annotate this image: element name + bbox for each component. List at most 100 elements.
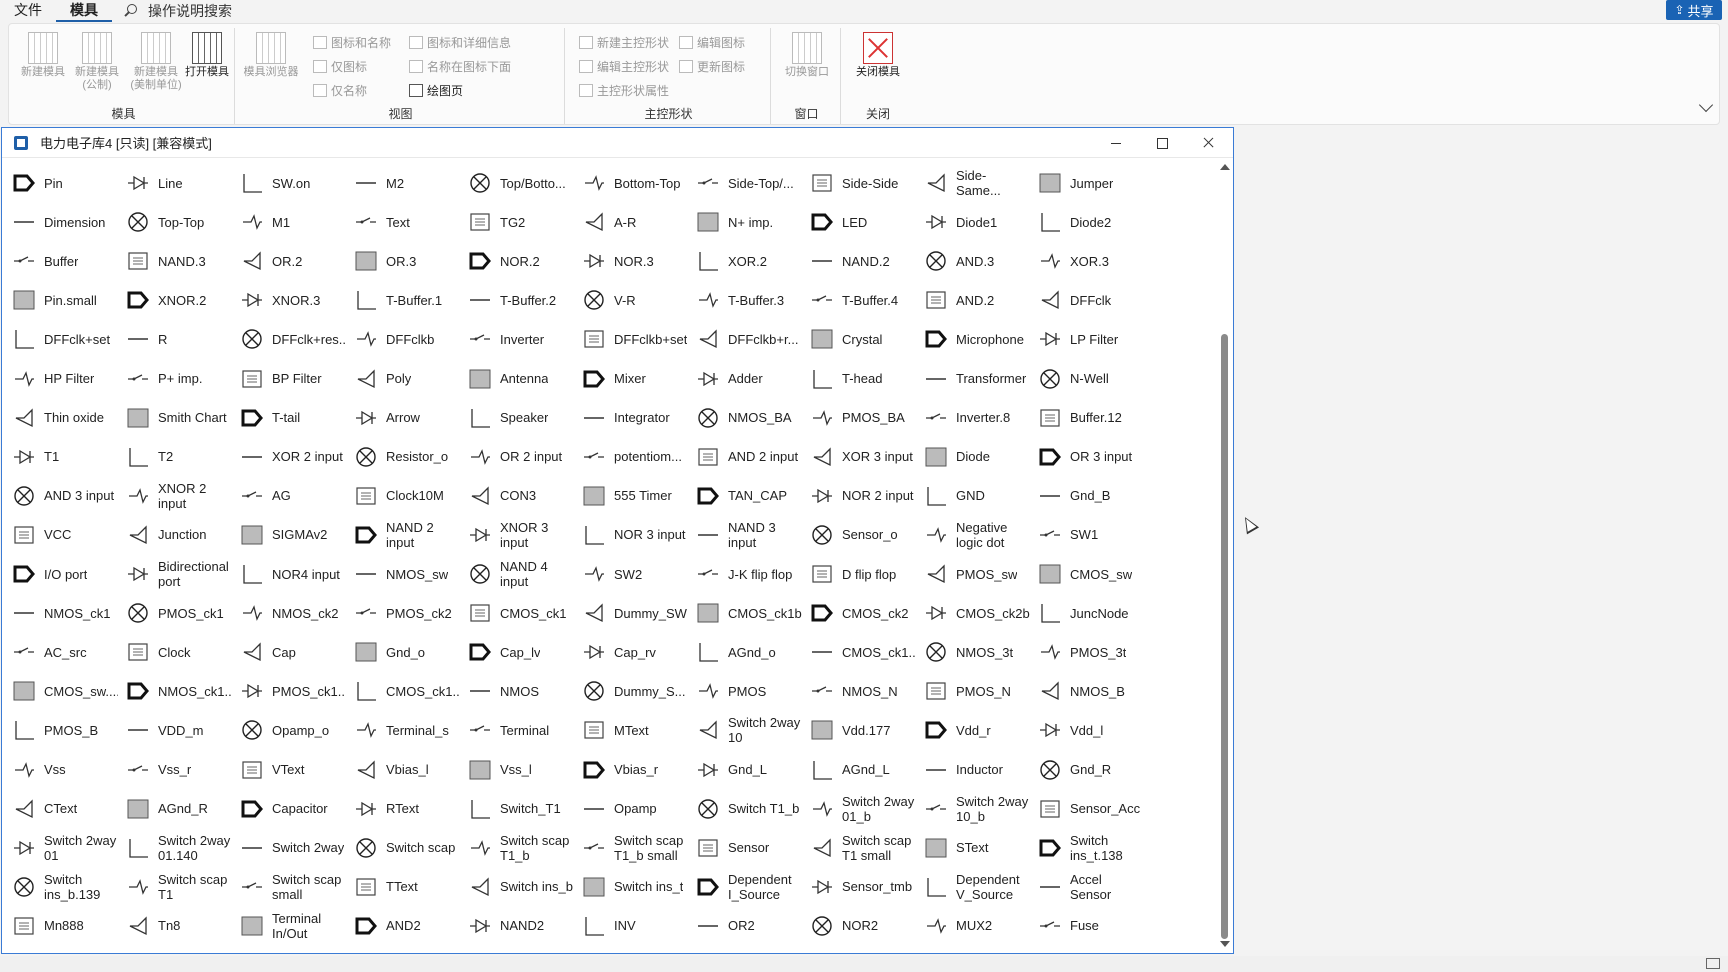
stencil-shape-item[interactable]: NMOS_B xyxy=(1030,673,1144,709)
edit-icon-button[interactable]: 编辑图标 xyxy=(679,32,745,52)
stencil-shape-item[interactable]: NMOS_ck2 xyxy=(232,595,346,631)
stencil-shape-item[interactable]: Microphone xyxy=(916,321,1030,357)
stencil-shape-item[interactable]: Poly xyxy=(346,361,460,397)
stencil-shape-item[interactable]: Switch scap T1_b small xyxy=(574,830,688,866)
stencil-shape-item[interactable]: Accel Sensor xyxy=(1030,869,1144,905)
stencil-shape-item[interactable]: DFFclk+set xyxy=(4,321,118,357)
stencil-shape-item[interactable]: Resistor_o xyxy=(346,439,460,475)
stencil-shape-item[interactable]: XOR.3 xyxy=(1030,243,1144,279)
stencil-shape-item[interactable]: OR 2 input xyxy=(460,439,574,475)
stencil-shape-item[interactable]: Switch 2way 01_b xyxy=(802,791,916,827)
edit-master-button[interactable]: 编辑主控形状 xyxy=(579,56,669,76)
stencil-shape-item[interactable]: potentiom... xyxy=(574,439,688,475)
stencil-shape-item[interactable]: DFFclk xyxy=(1030,282,1144,318)
stencil-shape-item[interactable]: XOR 2 input xyxy=(232,439,346,475)
stencil-shape-item[interactable]: A-R xyxy=(574,204,688,240)
stencil-shape-item[interactable]: Arrow xyxy=(346,400,460,436)
stencil-shape-item[interactable]: J-K flip flop xyxy=(688,556,802,592)
stencil-shape-item[interactable]: Negative logic dot xyxy=(916,517,1030,553)
stencil-shape-item[interactable]: XOR 3 input xyxy=(802,439,916,475)
stencil-shape-item[interactable]: Vbias_r xyxy=(574,752,688,788)
stencil-shape-item[interactable]: Jumper xyxy=(1030,165,1144,201)
stencil-shape-item[interactable]: Switch 2way 01.140 xyxy=(118,830,232,866)
stencil-shape-item[interactable]: SW2 xyxy=(574,556,688,592)
stencil-shape-item[interactable]: AGnd_R xyxy=(118,791,232,827)
stencil-shape-item[interactable]: NMOS_3t xyxy=(916,634,1030,670)
stencil-shape-item[interactable]: Vss_l xyxy=(460,752,574,788)
stencil-shape-item[interactable]: T-Buffer.4 xyxy=(802,282,916,318)
scrollbar-thumb[interactable] xyxy=(1221,334,1228,939)
stencil-shape-item[interactable]: AND.3 xyxy=(916,243,1030,279)
stencil-shape-item[interactable]: Capacitor xyxy=(232,791,346,827)
stencil-shape-item[interactable]: V-R xyxy=(574,282,688,318)
stencil-shape-item[interactable]: LP Filter xyxy=(1030,321,1144,357)
stencil-shape-item[interactable]: Vbias_l xyxy=(346,752,460,788)
stencil-shape-item[interactable]: Gnd_L xyxy=(688,752,802,788)
stencil-shape-item[interactable]: XNOR 3 input xyxy=(460,517,574,553)
stencil-shape-item[interactable]: Switch 2way 10_b xyxy=(916,791,1030,827)
stencil-shape-item[interactable]: XNOR.3 xyxy=(232,282,346,318)
stencil-shape-item[interactable]: NAND.2 xyxy=(802,243,916,279)
stencil-shape-item[interactable]: Dummy_SW xyxy=(574,595,688,631)
new-stencil-metric-button[interactable]: 新建模具(公制) xyxy=(71,32,123,92)
stencil-shape-item[interactable]: CMOS_sw.... xyxy=(4,673,118,709)
stencil-shape-item[interactable]: AGnd_o xyxy=(688,634,802,670)
names-only-button[interactable]: 仅名称 xyxy=(313,80,367,100)
stencil-shape-item[interactable]: AC_src xyxy=(4,634,118,670)
stencil-shape-item[interactable]: Adder xyxy=(688,361,802,397)
stencil-shape-item[interactable]: M1 xyxy=(232,204,346,240)
stencil-shape-item[interactable]: T2 xyxy=(118,439,232,475)
stencil-shape-item[interactable]: Switch scap small xyxy=(232,869,346,905)
stencil-shape-item[interactable]: Cap_lv xyxy=(460,634,574,670)
stencil-shape-item[interactable]: NMOS_sw xyxy=(346,556,460,592)
stencil-shape-item[interactable]: DFFclkb+set xyxy=(574,321,688,357)
icons-and-details-button[interactable]: 图标和详细信息 xyxy=(409,32,511,52)
stencil-shape-item[interactable]: OR.2 xyxy=(232,243,346,279)
stencil-shape-item[interactable]: AGnd_L xyxy=(802,752,916,788)
stencil-shape-item[interactable]: Switch 2way xyxy=(232,830,346,866)
stencil-shape-item[interactable]: NOR4 input xyxy=(232,556,346,592)
new-stencil-button[interactable]: 新建模具 xyxy=(17,32,69,79)
stencil-shape-item[interactable]: AG xyxy=(232,478,346,514)
stencil-shape-item[interactable]: CMOS_ck1b xyxy=(688,595,802,631)
stencil-shape-item[interactable]: Gnd_B xyxy=(1030,478,1144,514)
stencil-shape-item[interactable]: CON3 xyxy=(460,478,574,514)
update-icon-button[interactable]: 更新图标 xyxy=(679,56,745,76)
stencil-shape-item[interactable]: Sensor_o xyxy=(802,517,916,553)
stencil-shape-item[interactable]: Fuse xyxy=(1030,908,1144,944)
stencil-shape-item[interactable]: Side-Top/... xyxy=(688,165,802,201)
stencil-shape-item[interactable]: DFFclk+res... xyxy=(232,321,346,357)
ribbon-collapse-chevron-icon[interactable] xyxy=(1698,97,1714,113)
stencil-shape-item[interactable]: Switch 2way 10 xyxy=(688,712,802,748)
stencil-shape-item[interactable]: PMOS_ck2 xyxy=(346,595,460,631)
tell-me-search[interactable]: 操作说明搜索 xyxy=(122,1,232,21)
stencil-shape-item[interactable]: Vdd_r xyxy=(916,712,1030,748)
stencil-shape-item[interactable]: NAND2 xyxy=(460,908,574,944)
stencil-shape-item[interactable]: CMOS_ck1 xyxy=(460,595,574,631)
scroll-down-arrow-icon[interactable] xyxy=(1220,941,1230,947)
stencil-shape-item[interactable]: Switch scap T1 xyxy=(118,869,232,905)
stencil-shape-item[interactable]: NMOS_ck1... xyxy=(118,673,232,709)
icons-and-names-button[interactable]: 图标和名称 xyxy=(313,32,391,52)
new-master-button[interactable]: 新建主控形状 xyxy=(579,32,669,52)
vertical-scrollbar[interactable] xyxy=(1217,158,1233,953)
tab-file[interactable]: 文件 xyxy=(0,0,56,22)
stencil-shape-item[interactable]: PMOS_ck1... xyxy=(232,673,346,709)
stencil-shape-item[interactable]: NMOS_N xyxy=(802,673,916,709)
stencil-shape-item[interactable]: Vdd.177 xyxy=(802,712,916,748)
stencil-shape-item[interactable]: Switch scap T1 small xyxy=(802,830,916,866)
stencil-shape-item[interactable]: JuncNode xyxy=(1030,595,1144,631)
stencil-shape-item[interactable]: XNOR.2 xyxy=(118,282,232,318)
stencil-shape-item[interactable]: Switch_T1 xyxy=(460,791,574,827)
stencil-shape-item[interactable]: D flip flop xyxy=(802,556,916,592)
stencil-shape-item[interactable]: Vss xyxy=(4,752,118,788)
stencil-shape-item[interactable]: T-Buffer.1 xyxy=(346,282,460,318)
stencil-shape-item[interactable]: NOR 3 input xyxy=(574,517,688,553)
stencil-shape-item[interactable]: Inductor xyxy=(916,752,1030,788)
icons-only-button[interactable]: 仅图标 xyxy=(313,56,367,76)
stencil-shape-item[interactable]: Diode xyxy=(916,439,1030,475)
maximize-button[interactable] xyxy=(1139,128,1185,158)
stencil-shape-item[interactable]: PMOS_ck1 xyxy=(118,595,232,631)
stencil-shape-item[interactable]: CMOS_sw xyxy=(1030,556,1144,592)
stencil-shape-item[interactable]: GND xyxy=(916,478,1030,514)
